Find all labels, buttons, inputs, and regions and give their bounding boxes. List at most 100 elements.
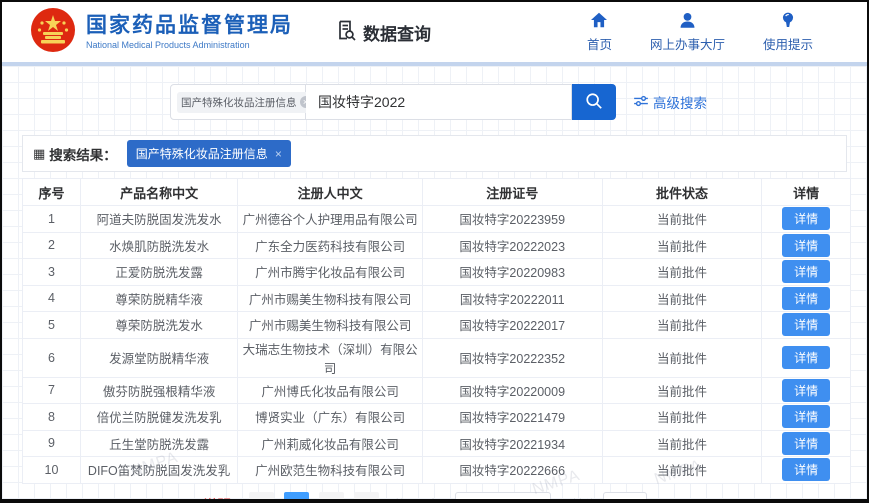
detail-button[interactable]: 详情	[782, 287, 830, 310]
registrant-cell: 广州德谷个人护理用品有限公司	[238, 206, 423, 233]
detail-cell: 详情	[762, 312, 851, 339]
detail-cell: 详情	[762, 430, 851, 457]
detail-button[interactable]: 详情	[782, 207, 830, 230]
search-input[interactable]	[306, 84, 572, 120]
nav-label-service-hall: 网上办事大厅	[650, 34, 725, 53]
row-number: 3	[23, 259, 81, 286]
detail-button[interactable]: 详情	[782, 346, 830, 369]
detail-button[interactable]: 详情	[782, 379, 830, 402]
search-icon	[585, 92, 603, 113]
detail-button[interactable]: 详情	[782, 405, 830, 428]
nav-item-home[interactable]: 首页	[587, 12, 612, 53]
row-number: 4	[23, 285, 81, 312]
top-nav: 首页 网上办事大厅 使用提示	[587, 12, 839, 53]
filter-sliders-icon	[634, 95, 648, 110]
advanced-search-label: 高级搜索	[653, 92, 707, 112]
column-header: 序号	[23, 179, 81, 206]
detail-button[interactable]: 详情	[782, 458, 830, 481]
row-number: 8	[23, 404, 81, 431]
cert-number-cell: 国妆特字20223959	[422, 206, 602, 233]
product-name-cell: 尊荣防脱洗发水	[80, 312, 237, 339]
registrant-cell: 广州莉威化妆品有限公司	[238, 430, 423, 457]
column-header: 注册人中文	[238, 179, 423, 206]
user-icon	[679, 12, 696, 31]
results-label-text: 搜索结果：	[49, 144, 117, 164]
agency-title: 国家药品监督管理局	[86, 14, 293, 38]
status-cell: 当前批件	[602, 457, 762, 484]
jump-prefix: 前往	[571, 495, 597, 503]
category-tag: 国产特殊化妆品注册信息 ×	[177, 92, 316, 113]
status-cell: 当前批件	[602, 285, 762, 312]
advanced-search-link[interactable]: 高级搜索	[634, 92, 707, 112]
app-window: 国家药品监督管理局 National Medical Products Admi…	[0, 0, 869, 503]
row-number: 5	[23, 312, 81, 339]
note-link[interactable]: 说明	[203, 495, 231, 503]
detail-cell: 详情	[762, 338, 851, 377]
category-tag-label: 国产特殊化妆品注册信息	[181, 95, 297, 110]
results-table: 序号产品名称中文注册人中文注册证号批件状态详情 1阿道夫防脱固发洗发水广州德谷个…	[22, 178, 851, 484]
page-size-select[interactable]: 10条/页	[455, 492, 551, 503]
product-name-cell: 倍优兰防脱健发洗发乳	[80, 404, 237, 431]
column-header: 详情	[762, 179, 851, 206]
product-name-cell: DIFO笛梵防脱固发洗发乳	[80, 457, 237, 484]
category-select[interactable]: 国产特殊化妆品注册信息 ×	[170, 84, 306, 120]
table-row: 3正爱防脱洗发露广州市腾宇化妆品有限公司国妆特字20220983当前批件详情	[23, 259, 851, 286]
page-button-2[interactable]: 2	[319, 492, 344, 503]
registrant-cell: 广州欧范生物科技有限公司	[238, 457, 423, 484]
detail-button[interactable]: 详情	[782, 313, 830, 336]
next-page-button[interactable]: ›	[354, 492, 379, 503]
registrant-cell: 广州市腾宇化妆品有限公司	[238, 259, 423, 286]
product-name-cell: 尊荣防脱精华液	[80, 285, 237, 312]
registrant-cell: 广州市赐美生物科技有限公司	[238, 285, 423, 312]
registrant-cell: 广州博氏化妆品有限公司	[238, 377, 423, 404]
grid-icon: ▦	[33, 146, 45, 162]
filter-tag-close-icon[interactable]: ×	[275, 147, 282, 161]
search-button[interactable]	[572, 84, 616, 120]
total-count-text: 共 12 条	[393, 495, 441, 503]
column-header: 产品名称中文	[80, 179, 237, 206]
column-header: 批件状态	[602, 179, 762, 206]
detail-button[interactable]: 详情	[782, 432, 830, 455]
results-filter-tag-label: 国产特殊化妆品注册信息	[136, 145, 268, 162]
product-name-cell: 发源堂防脱精华液	[80, 338, 237, 377]
content-area: 国产特殊化妆品注册信息 ×	[2, 66, 867, 503]
table-row: 10DIFO笛梵防脱固发洗发乳广州欧范生物科技有限公司国妆特字20222666当…	[23, 457, 851, 484]
national-emblem-icon	[30, 7, 76, 58]
results-label: ▦ 搜索结果：	[33, 144, 117, 164]
nav-label-home: 首页	[587, 34, 612, 53]
table-row: 9丘生堂防脱洗发露广州莉威化妆品有限公司国妆特字20221934当前批件详情	[23, 430, 851, 457]
status-cell: 当前批件	[602, 404, 762, 431]
status-cell: 当前批件	[602, 259, 762, 286]
detail-cell: 详情	[762, 457, 851, 484]
detail-button[interactable]: 详情	[782, 234, 830, 257]
detail-cell: 详情	[762, 259, 851, 286]
nav-item-service-hall[interactable]: 网上办事大厅	[650, 12, 725, 53]
home-icon	[590, 12, 608, 31]
detail-cell: 详情	[762, 377, 851, 404]
results-table-head: 序号产品名称中文注册人中文注册证号批件状态详情	[23, 179, 851, 206]
page-jump: 前往 页	[571, 492, 666, 503]
detail-cell: 详情	[762, 232, 851, 259]
page-button-1[interactable]: 1	[284, 492, 309, 503]
top-header: 国家药品监督管理局 National Medical Products Admi…	[2, 2, 867, 62]
jump-suffix: 页	[653, 495, 666, 503]
product-name-cell: 水焕肌防脱洗发水	[80, 232, 237, 259]
table-row: 5尊荣防脱洗发水广州市赐美生物科技有限公司国妆特字20222017当前批件详情	[23, 312, 851, 339]
detail-button[interactable]: 详情	[782, 260, 830, 283]
cert-number-cell: 国妆特字20220983	[422, 259, 602, 286]
table-row: 4尊荣防脱精华液广州市赐美生物科技有限公司国妆特字20222011当前批件详情	[23, 285, 851, 312]
row-number: 9	[23, 430, 81, 457]
table-row: 7傲芬防脱强根精华液广州博氏化妆品有限公司国妆特字20220009当前批件详情	[23, 377, 851, 404]
table-row: 8倍优兰防脱健发洗发乳博贤实业（广东）有限公司国妆特字20221479当前批件详…	[23, 404, 851, 431]
product-name-cell: 阿道夫防脱固发洗发水	[80, 206, 237, 233]
prev-page-button[interactable]: ‹	[249, 492, 274, 503]
results-bar: ▦ 搜索结果： 国产特殊化妆品注册信息 ×	[22, 135, 847, 172]
product-name-cell: 正爱防脱洗发露	[80, 259, 237, 286]
jump-page-input[interactable]	[603, 492, 647, 503]
detail-cell: 详情	[762, 285, 851, 312]
nmpa-logo[interactable]: 国家药品监督管理局 National Medical Products Admi…	[30, 7, 293, 58]
nav-item-tips[interactable]: 使用提示	[763, 12, 813, 53]
nav-label-tips: 使用提示	[763, 34, 813, 53]
cert-number-cell: 国妆特字20222023	[422, 232, 602, 259]
registrant-cell: 广东全力医药科技有限公司	[238, 232, 423, 259]
